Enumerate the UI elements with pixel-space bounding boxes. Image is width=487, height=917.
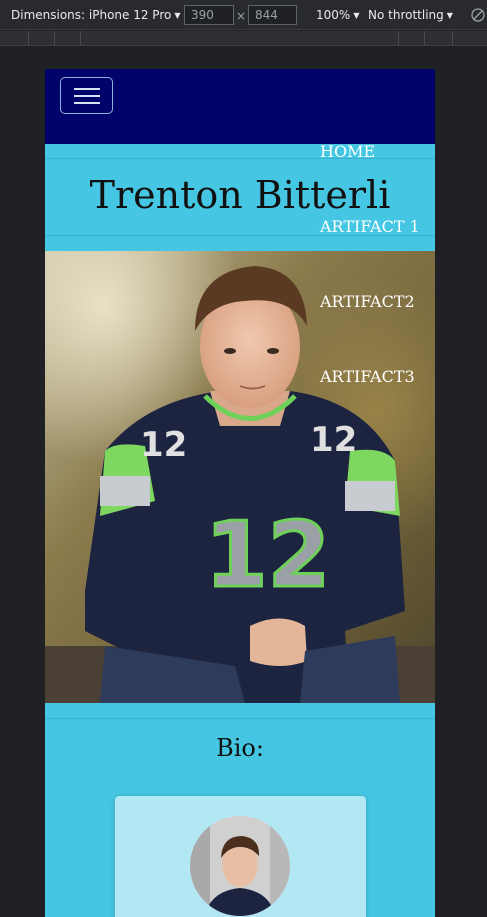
device-dimensions-label: Dimensions: iPhone 12 Pro	[11, 8, 172, 22]
profile-photo: 12 12 12	[45, 251, 435, 703]
nav-link-home[interactable]: HOME	[320, 142, 375, 161]
zoom-dropdown[interactable]: 100% ▼	[316, 8, 359, 22]
zoom-label: 100%	[316, 8, 351, 22]
navbar	[45, 69, 435, 144]
svg-text:12: 12	[310, 420, 357, 460]
devtools-device-toolbar: Dimensions: iPhone 12 Pro ▼ 390 × 844 100…	[0, 0, 487, 30]
hamburger-icon-bar	[74, 95, 100, 97]
throttling-label: No throttling	[368, 8, 444, 22]
dimension-separator: ×	[236, 9, 247, 23]
throttling-dropdown[interactable]: No throttling ▼	[368, 8, 453, 22]
width-input[interactable]: 390	[184, 5, 234, 25]
device-viewport: Trenton Bitterli 12 12 12 HOME ARTIFACT …	[45, 69, 435, 917]
rotate-icon[interactable]	[470, 7, 486, 23]
svg-text:12: 12	[205, 503, 330, 608]
hamburger-icon-bar	[74, 88, 100, 90]
chevron-down-icon: ▼	[446, 11, 453, 20]
nav-link-artifact-3[interactable]: ARTIFACT3	[320, 367, 415, 386]
avatar	[190, 816, 290, 916]
bio-card	[115, 796, 366, 917]
divider	[45, 718, 435, 719]
device-dimensions-dropdown[interactable]: Dimensions: iPhone 12 Pro ▼	[11, 8, 181, 22]
chevron-down-icon: ▼	[174, 11, 181, 20]
bio-heading: Bio:	[216, 734, 264, 762]
nav-link-artifact-2[interactable]: ARTIFACT2	[320, 292, 415, 311]
chevron-down-icon: ▼	[353, 11, 360, 20]
media-query-ruler	[0, 31, 487, 46]
height-input[interactable]: 844	[248, 5, 297, 25]
page-title: Trenton Bitterli	[89, 173, 391, 217]
divider	[45, 158, 435, 159]
svg-text:12: 12	[140, 425, 187, 465]
navbar-toggler-button[interactable]	[60, 77, 113, 114]
nav-link-artifact-1[interactable]: ARTIFACT 1	[320, 217, 420, 236]
hamburger-icon-bar	[74, 102, 100, 104]
